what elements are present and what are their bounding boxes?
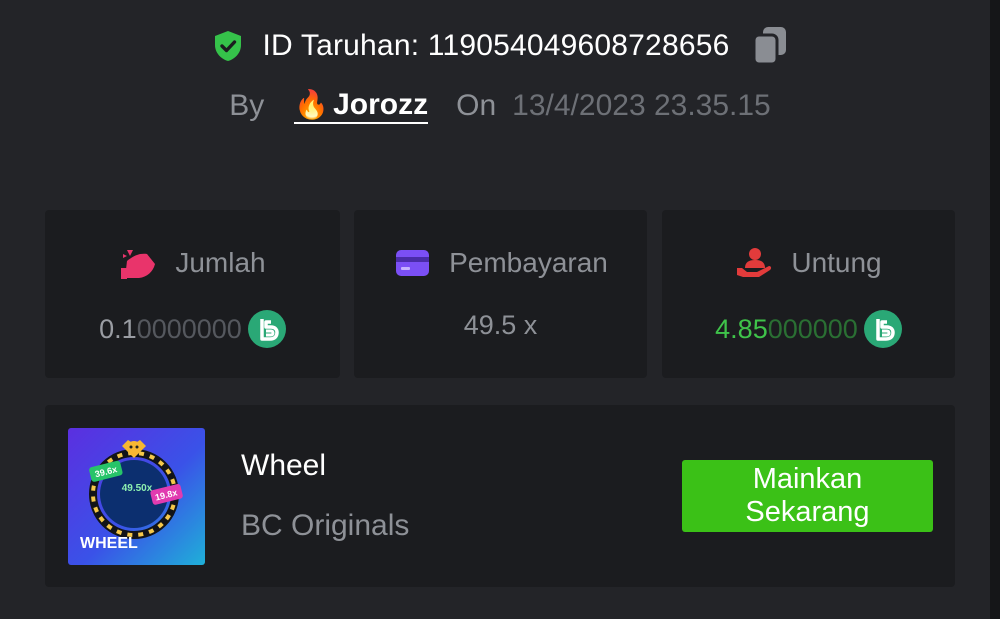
- bet-id-text: ID Taruhan: 119054049608728656: [263, 29, 730, 63]
- payout-card: Pembayaran 49.5 x: [354, 210, 647, 378]
- payout-header: Pembayaran: [354, 246, 647, 280]
- bcd-coin-icon: [247, 310, 286, 348]
- game-provider: BC Originals: [241, 509, 410, 542]
- bet-author-row: By 🔥 Jorozz On 13/4/2023 23.35.15: [0, 84, 1000, 128]
- amount-label: Jumlah: [175, 247, 266, 278]
- user-name: Jorozz: [333, 88, 429, 121]
- bet-id-value: 119054049608728656: [427, 29, 730, 62]
- amount-value-decimals: 0000000: [136, 313, 242, 344]
- game-title: Wheel: [241, 449, 327, 482]
- credit-card-icon: [396, 250, 430, 276]
- profit-value-main: 4.85: [715, 313, 768, 344]
- bet-id-label: ID Taruhan:: [262, 29, 428, 62]
- profit-header: Untung: [662, 246, 955, 280]
- verified-shield-icon: [214, 31, 241, 61]
- on-label: On: [456, 89, 497, 122]
- play-button-line2: Sekarang: [745, 496, 870, 528]
- thumb-title: WHEEL: [80, 535, 138, 552]
- wheel-game-thumbnail[interactable]: 39.6x 49.50x 19.8x WHEEL: [68, 428, 205, 565]
- play-now-button[interactable]: Mainkan Sekarang: [682, 460, 933, 532]
- bcd-coin-icon: [863, 310, 902, 348]
- bet-id-row: ID Taruhan: 119054049608728656: [0, 24, 1000, 68]
- amount-header: Jumlah: [45, 246, 340, 280]
- money-bag-icon: [121, 250, 156, 279]
- play-button-line1: Mainkan: [752, 463, 863, 495]
- user-profile-link[interactable]: 🔥 Jorozz: [294, 88, 429, 124]
- profit-value: 4.85 000000: [662, 310, 955, 348]
- game-card: 39.6x 49.50x 19.8x WHEEL Wheel BC Origin…: [45, 405, 955, 587]
- amount-value-main: 0.1: [99, 313, 137, 344]
- payout-value: 49.5 x: [354, 310, 647, 341]
- thumb-badge-2: 49.50x: [122, 483, 153, 494]
- profit-card: Untung 4.85 000000: [662, 210, 955, 378]
- payout-multiplier: 49.5 x: [463, 310, 538, 340]
- profit-label: Untung: [791, 247, 882, 278]
- profit-value-decimals: 000000: [767, 313, 858, 344]
- copy-icon[interactable]: [751, 25, 789, 67]
- amount-value: 0.1 0000000: [45, 310, 340, 348]
- hand-person-icon: [737, 248, 772, 277]
- amount-card: Jumlah 0.1 0000000: [45, 210, 340, 378]
- by-label: By: [229, 89, 265, 122]
- bet-date: 13/4/2023 23.35.15: [512, 89, 771, 122]
- fire-icon: 🔥: [294, 89, 330, 120]
- payout-label: Pembayaran: [449, 247, 608, 278]
